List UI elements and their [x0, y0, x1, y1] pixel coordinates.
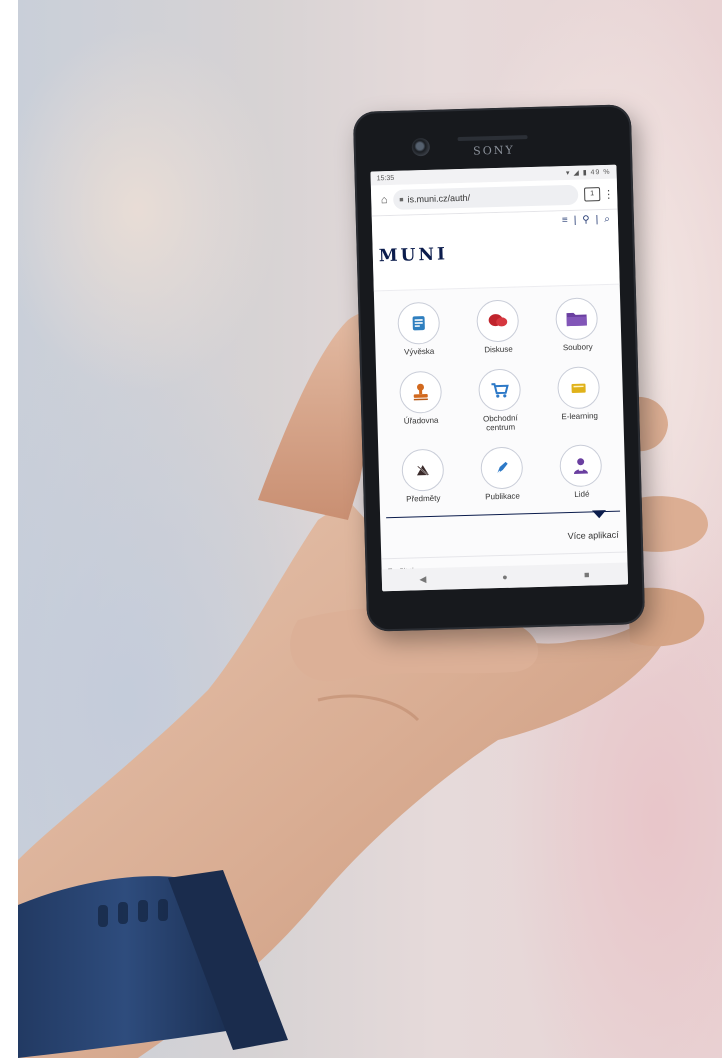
front-camera-icon	[411, 137, 431, 157]
app-tile[interactable]: Diskuse	[457, 299, 538, 366]
search-icon[interactable]: ⌕	[604, 214, 610, 225]
app-tile[interactable]: Publikace	[462, 446, 543, 513]
discussion-icon	[488, 314, 508, 327]
app-tile[interactable]: Obchodní centrum	[459, 368, 540, 444]
site-header: ≡ | ⚲ | ⌕ MUNI	[371, 209, 620, 292]
hamburger-menu-icon[interactable]: ≡	[562, 215, 568, 226]
earpiece-speaker	[457, 135, 528, 142]
smartphone: SONY 15:35 ▾ ◢ ▮ 49 % ⌂ ■ is.muni.cz/aut…	[352, 104, 646, 632]
person-icon	[574, 458, 589, 474]
url-field[interactable]: ■ is.muni.cz/auth/	[392, 184, 579, 210]
header-icons: ≡ | ⚲ | ⌕	[562, 214, 610, 226]
photo-scene: SONY 15:35 ▾ ◢ ▮ 49 % ⌂ ■ is.muni.cz/aut…	[18, 0, 722, 1058]
recents-icon[interactable]: ■	[577, 569, 597, 580]
app-grid: Vývěska Diskuse Soubory Úřadovna Obchodn…	[374, 285, 626, 516]
app-icon-circle	[398, 370, 442, 414]
app-icon-circle	[555, 297, 599, 341]
signal-icon: ◢	[573, 169, 580, 177]
browser-menu-icon[interactable]: ⋮	[603, 187, 614, 200]
app-label: Úřadovna	[403, 415, 439, 426]
app-label: Diskuse	[484, 344, 513, 355]
battery-icon: ▮	[582, 169, 588, 177]
app-label: Vývěska	[403, 346, 435, 357]
subjects-icon	[416, 465, 429, 476]
battery-percent: 49 %	[590, 168, 611, 177]
app-tile[interactable]: Soubory	[537, 297, 618, 364]
app-tile[interactable]: Předměty	[382, 448, 463, 515]
folder-icon	[566, 312, 588, 327]
url-text: is.muni.cz/auth/	[407, 192, 471, 205]
app-tile[interactable]: Lidé	[541, 444, 622, 511]
wifi-icon: ▾	[565, 169, 571, 178]
app-tile[interactable]: Úřadovna	[380, 370, 461, 446]
app-icon-circle	[480, 446, 524, 490]
chevron-down-icon[interactable]	[592, 510, 607, 519]
phone-brand: SONY	[473, 143, 515, 158]
app-label: Publikace	[485, 491, 521, 502]
app-label: Předměty	[406, 493, 441, 504]
app-icon-circle	[559, 444, 603, 488]
status-icons: ▾ ◢ ▮ 49 %	[566, 168, 611, 177]
status-time: 15:35	[376, 174, 395, 182]
app-icon-circle	[476, 299, 520, 343]
elearning-icon	[571, 383, 587, 393]
app-label: Lidé	[574, 489, 590, 499]
app-label: E-learning	[561, 411, 599, 422]
muni-logo[interactable]: MUNI	[379, 244, 449, 266]
cart-icon	[491, 383, 509, 398]
lock-icon: ■	[399, 196, 404, 204]
app-icon-circle	[557, 366, 601, 410]
home-button-icon[interactable]: ●	[495, 572, 515, 583]
tabs-button[interactable]: 1	[583, 187, 601, 202]
app-label: Soubory	[562, 342, 593, 353]
app-icon-circle	[478, 368, 522, 412]
noticeboard-icon	[412, 316, 425, 331]
app-icon-circle	[400, 448, 445, 492]
home-icon[interactable]: ⌂	[375, 194, 393, 206]
user-icon[interactable]: ⚲	[582, 214, 590, 225]
separator: |	[595, 214, 599, 226]
app-label: Obchodní centrum	[482, 413, 518, 433]
app-icon-circle	[396, 301, 440, 345]
separator: |	[573, 214, 577, 226]
stamp-icon	[413, 383, 428, 401]
app-tile[interactable]: Vývěska	[378, 301, 459, 368]
back-icon[interactable]: ◀	[413, 573, 433, 585]
app-tile[interactable]: E-learning	[539, 366, 620, 442]
phone-screen: 15:35 ▾ ◢ ▮ 49 % ⌂ ■ is.muni.cz/auth/ 1 …	[370, 164, 629, 592]
pen-icon	[496, 461, 508, 475]
